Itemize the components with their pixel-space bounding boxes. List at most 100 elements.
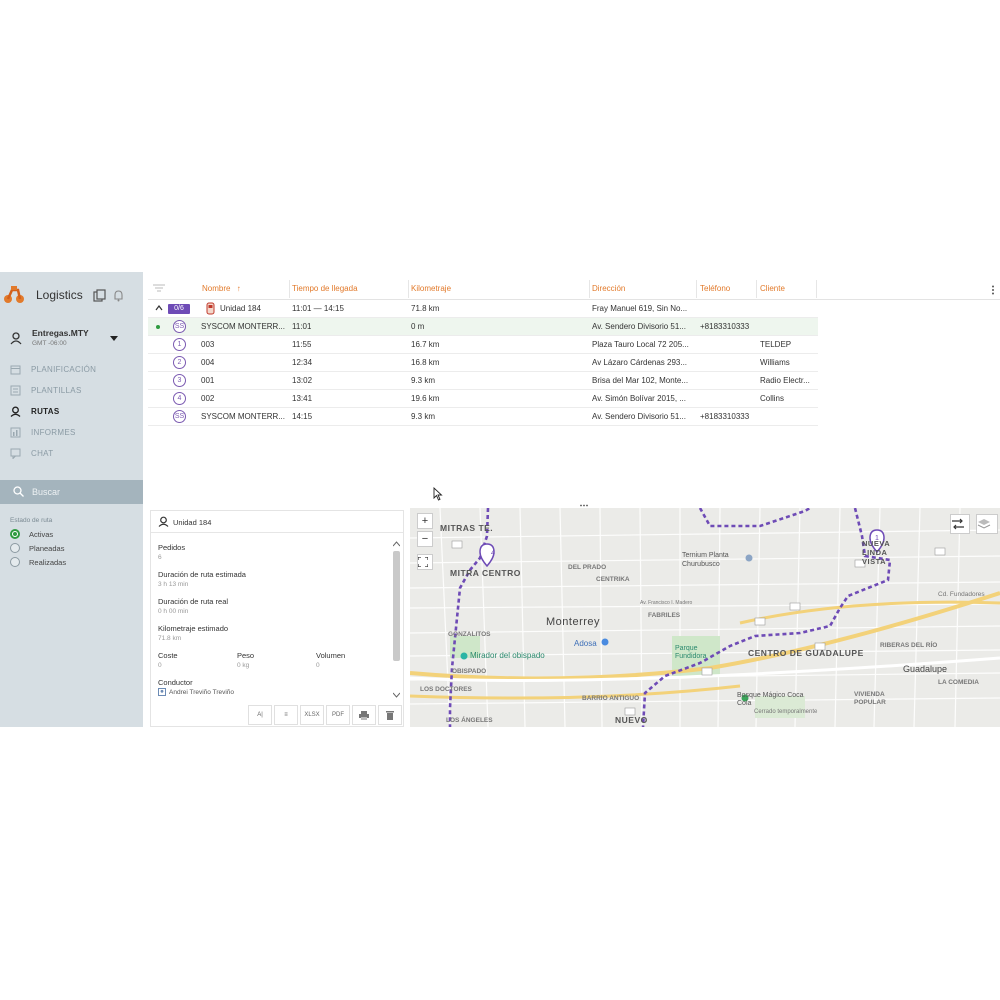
- map-label: LA COMEDIA: [938, 679, 979, 686]
- more-options-icon[interactable]: [991, 285, 995, 295]
- map-label: Bosque Mágico Coca Cola: [737, 692, 804, 707]
- peso-label: Peso: [237, 651, 255, 660]
- nav-label: RUTAS: [31, 407, 60, 416]
- fullscreen-button[interactable]: [417, 554, 433, 570]
- scrollbar-thumb[interactable]: [393, 551, 400, 661]
- bell-icon[interactable]: [112, 289, 125, 302]
- nav-item-informes[interactable]: INFORMES: [0, 423, 143, 443]
- table-row[interactable]: SS SYSCOM MONTERR... 14:15 9.3 km Av. Se…: [148, 408, 818, 426]
- text-format-button[interactable]: A|: [248, 705, 272, 725]
- chart-icon: [10, 427, 21, 438]
- stop-name: 001: [201, 376, 215, 385]
- column-header-direccion[interactable]: Dirección: [592, 284, 625, 293]
- stop-number-marker: 3: [173, 374, 186, 387]
- radio-planeadas[interactable]: Planeadas: [10, 542, 130, 554]
- column-header-tiempo[interactable]: Tiempo de llegada: [292, 284, 358, 293]
- stop-client: Radio Electr...: [760, 376, 810, 385]
- table-row[interactable]: 4 002 13:41 19.6 km Av. Simón Bolívar 20…: [148, 390, 818, 408]
- chevron-down-icon[interactable]: [393, 692, 400, 698]
- layers-icon: [977, 519, 991, 529]
- zoom-in-button[interactable]: +: [417, 513, 433, 529]
- conductor-label: Conductor: [158, 678, 193, 687]
- search-input[interactable]: Buscar: [32, 487, 60, 497]
- export-xlsx-button[interactable]: XLSX: [300, 705, 324, 725]
- table-row[interactable]: SS SYSCOM MONTERR... 11:01 0 m Av. Sende…: [148, 318, 818, 336]
- delete-button[interactable]: [378, 705, 402, 725]
- duracion-estimada-value: 3 h 13 min: [158, 581, 189, 588]
- column-header-nombre[interactable]: Nombre ↑: [202, 284, 241, 293]
- column-divider[interactable]: [589, 280, 590, 298]
- poi-marker[interactable]: [601, 638, 609, 646]
- layers-button[interactable]: [976, 514, 998, 534]
- route-map[interactable]: 4 1 MITRAS TE. MITRA CENTRO DEL PRADO CE…: [410, 508, 1000, 727]
- stop-phone: +8183310333: [700, 412, 750, 421]
- route-row[interactable]: 0/6 Unidad 184 11:01 — 14:15 71.8 km Fra…: [148, 300, 818, 318]
- map-label-city: Monterrey: [546, 616, 601, 628]
- map-label: CENTRO DE GUADALUPE: [748, 648, 864, 658]
- trash-icon: [386, 711, 394, 720]
- search-bar[interactable]: Buscar: [0, 480, 143, 504]
- map-label: CENTRIKA: [596, 576, 630, 583]
- stop-phone: +8183310333: [700, 322, 750, 331]
- map-label: Cerrado temporalmente: [754, 709, 818, 715]
- copy-icon[interactable]: [93, 289, 106, 302]
- nav-item-rutas[interactable]: RUTAS: [0, 402, 143, 422]
- nav-item-plantillas[interactable]: PLANTILLAS: [0, 381, 143, 401]
- table-row[interactable]: 1 003 11:55 16.7 km Plaza Tauro Local 72…: [148, 336, 818, 354]
- filter-icon[interactable]: [153, 283, 165, 293]
- radio-realizadas[interactable]: Realizadas: [10, 556, 130, 568]
- map-label: VIVIENDA POPULAR: [854, 691, 886, 706]
- stop-address: Av. Sendero Divisorio 51...: [592, 412, 686, 421]
- stop-address: Brisa del Mar 102, Monte...: [592, 376, 689, 385]
- nav-item-chat[interactable]: CHAT: [0, 444, 143, 464]
- column-divider[interactable]: [408, 280, 409, 298]
- column-divider[interactable]: [816, 280, 817, 298]
- nav-item-planificacion[interactable]: PLANIFICACIÓN: [0, 360, 143, 380]
- stop-number-marker: 4: [173, 392, 186, 405]
- resize-handle-icon[interactable]: [580, 504, 588, 507]
- radio-button[interactable]: [10, 529, 20, 539]
- nav-label: CHAT: [31, 449, 54, 458]
- stop-time: 14:15: [292, 412, 313, 421]
- column-header-kilometraje[interactable]: Kilometraje: [411, 284, 451, 293]
- column-divider[interactable]: [696, 280, 697, 298]
- template-icon: [10, 385, 21, 396]
- org-selector[interactable]: Entregas.MTY GMT -06:00: [0, 322, 143, 354]
- column-divider[interactable]: [756, 280, 757, 298]
- poi-marker[interactable]: [460, 652, 468, 660]
- column-divider[interactable]: [289, 280, 290, 298]
- route-km: 71.8 km: [411, 304, 440, 313]
- print-button[interactable]: [352, 705, 376, 725]
- table-row[interactable]: 2 004 12:34 16.8 km Av Lázaro Cárdenas 2…: [148, 354, 818, 372]
- route-status-title: Estado de ruta: [10, 517, 53, 524]
- chevron-up-icon[interactable]: [155, 304, 163, 312]
- chevron-down-icon[interactable]: [110, 336, 118, 342]
- column-header-cliente[interactable]: Cliente: [760, 284, 785, 293]
- map-label: LOS DOCTORES: [420, 686, 472, 693]
- export-pdf-button[interactable]: PDF: [326, 705, 350, 725]
- zoom-out-button[interactable]: −: [417, 531, 433, 547]
- chevron-up-icon[interactable]: [393, 541, 400, 547]
- table-row[interactable]: 3 001 13:02 9.3 km Brisa del Mar 102, Mo…: [148, 372, 818, 390]
- radio-button[interactable]: [10, 557, 20, 567]
- peso-value: 0 kg: [237, 662, 250, 669]
- map-label: MITRAS TE.: [440, 523, 494, 533]
- map-label: GONZALITOS: [448, 631, 491, 638]
- route-toggle-button[interactable]: [950, 514, 970, 534]
- progress-badge: 0/6: [168, 304, 190, 314]
- list-button[interactable]: ≡: [274, 705, 298, 725]
- stop-address: Av. Simón Bolívar 2015, ...: [592, 394, 686, 403]
- column-header-telefono[interactable]: Teléfono: [700, 284, 730, 293]
- stop-address: Plaza Tauro Local 72 205...: [592, 340, 689, 349]
- stop-time: 11:01: [292, 322, 312, 331]
- depot-marker-icon: SS: [173, 410, 186, 423]
- radio-activas[interactable]: Activas: [10, 528, 130, 540]
- map-label: Guadalupe: [903, 664, 948, 674]
- stop-client: Collins: [760, 394, 785, 403]
- radio-button[interactable]: [10, 543, 20, 553]
- stop-name: 003: [201, 340, 215, 349]
- app-window: Logistics Entregas.MTY GMT -06:00 PLANIF…: [0, 272, 1000, 727]
- map-label: Cd. Fundadores: [938, 591, 985, 598]
- routes-grid: Nombre ↑ Tiempo de llegada Kilometraje D…: [148, 278, 1000, 502]
- conductor-value[interactable]: Andrei Treviño Treviño: [169, 689, 234, 696]
